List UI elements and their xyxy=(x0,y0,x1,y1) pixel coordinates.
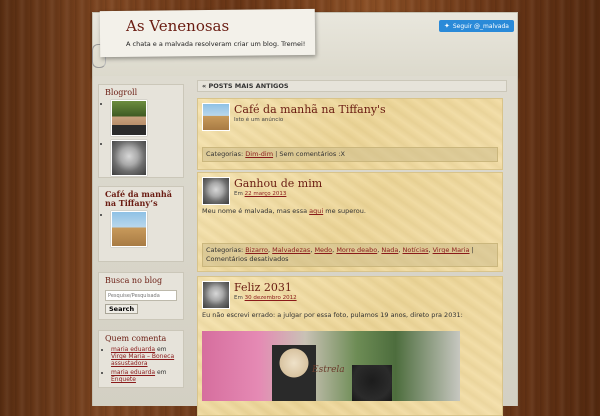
blogroll-item[interactable] xyxy=(111,140,183,176)
category-link[interactable]: Morre deabo xyxy=(336,246,377,254)
category-link[interactable]: Nada xyxy=(381,246,398,254)
comment-author-link[interactable]: maria eduarda xyxy=(111,346,155,353)
category-link[interactable]: Dim-dim xyxy=(245,150,273,158)
search-button[interactable]: Search xyxy=(105,304,139,314)
post-title[interactable]: Feliz 2031 xyxy=(234,281,498,295)
post-categories: Categorias: Bizarro, Malvadezas, Medo, M… xyxy=(202,243,498,267)
blogroll-avatar[interactable] xyxy=(111,140,147,176)
post: Café da manhã na Tiffany's Isto é um anú… xyxy=(197,98,503,170)
post: Feliz 2031 Em 30 dezembro 2012 Eu não es… xyxy=(197,276,503,416)
post-photo[interactable]: Estrela xyxy=(202,331,460,401)
post-title[interactable]: Café da manhã na Tiffany's xyxy=(234,103,498,117)
blogroll-item[interactable] xyxy=(111,100,183,136)
blogroll-title: Blogroll xyxy=(105,88,138,97)
comment-item: maria eduarda em Enquete xyxy=(111,369,183,383)
photo-person xyxy=(272,345,316,401)
twitter-follow-button[interactable]: ✦ Seguir @_malvada xyxy=(439,20,514,32)
comments-status: | Sem comentários :X xyxy=(273,150,345,158)
post-body: Eu não escrevi errado: a julgar por essa… xyxy=(202,311,463,319)
category-link[interactable]: Malvadezas xyxy=(272,246,310,254)
older-posts-link[interactable]: « POSTS MAIS ANTIGOS xyxy=(197,80,507,92)
cafe-list xyxy=(99,211,183,247)
blogroll-widget: Blogroll xyxy=(98,84,184,178)
body-text: Meu nome é malvada, mas essa xyxy=(202,207,310,215)
post-title[interactable]: Ganhou de mim xyxy=(234,177,498,191)
comment-target-link[interactable]: Enquete xyxy=(111,376,136,383)
cafe-widget-title[interactable]: Café da manhã na Tiffany’s xyxy=(99,187,183,211)
search-widget: Busca no blog Search xyxy=(98,272,184,320)
search-input[interactable] xyxy=(105,290,177,301)
post-body: Meu nome é malvada, mas essa aqui me sup… xyxy=(202,207,498,215)
photo-sign-text: Estrela xyxy=(312,365,345,375)
site-title[interactable]: As Venenosas xyxy=(126,17,229,35)
recent-comments-widget: Quem comenta maria eduarda em Virge Mari… xyxy=(98,330,184,388)
comment-target-link[interactable]: Virge Maria – Boneca assustadora xyxy=(111,353,174,367)
search-widget-title: Busca no blog xyxy=(105,276,163,285)
post-avatar[interactable] xyxy=(202,281,230,309)
post-thumbnail[interactable] xyxy=(202,103,230,131)
category-link[interactable]: Medo xyxy=(314,246,332,254)
comment-sep: em xyxy=(155,346,167,353)
post-meta: Em 30 dezembro 2012 xyxy=(234,295,498,301)
post: Ganhou de mim Em 22 março 2013 Meu nome … xyxy=(197,172,503,272)
categories-label: Categorias: xyxy=(206,246,244,254)
comment-item: maria eduarda em Virge Maria – Boneca as… xyxy=(111,346,183,367)
cafe-thumbnail[interactable] xyxy=(111,211,147,247)
comment-author-link[interactable]: maria eduarda xyxy=(111,369,155,376)
post-avatar[interactable] xyxy=(202,177,230,205)
post-date-link[interactable]: 22 março 2013 xyxy=(245,191,287,197)
cafe-widget: Café da manhã na Tiffany’s xyxy=(98,186,184,262)
categories-label: Categorias: xyxy=(206,150,244,158)
post-meta: Em 22 março 2013 xyxy=(234,191,498,197)
post-categories: Categorias: Dim-dim | Sem comentários :X xyxy=(202,147,498,162)
recent-comments-list: maria eduarda em Virge Maria – Boneca as… xyxy=(99,346,183,383)
category-link[interactable]: Virge Maria xyxy=(433,246,470,254)
twitter-bird-icon: ✦ xyxy=(444,22,450,30)
category-link[interactable]: Bizarro xyxy=(245,246,268,254)
photo-person xyxy=(352,365,392,401)
cafe-item[interactable] xyxy=(111,211,183,247)
body-text: me superou. xyxy=(323,207,366,215)
category-link[interactable]: Notícias xyxy=(403,246,429,254)
body-link[interactable]: aqui xyxy=(309,207,323,215)
post-date-prefix: Em xyxy=(234,191,245,197)
post-date-link[interactable]: 30 dezembro 2012 xyxy=(245,295,297,301)
site-tagline: A chata e a malvada resolveram criar um … xyxy=(126,40,306,48)
comments-status: Comentários desativados xyxy=(206,255,289,263)
post-meta: Isto é um anúncio xyxy=(234,117,284,123)
blogroll-avatar[interactable] xyxy=(111,100,147,136)
comment-sep: em xyxy=(155,369,167,376)
blogroll-list xyxy=(99,100,183,176)
twitter-follow-label: Seguir @_malvada xyxy=(452,22,509,30)
post-date-prefix: Em xyxy=(234,295,245,301)
recent-comments-title: Quem comenta xyxy=(105,334,167,343)
